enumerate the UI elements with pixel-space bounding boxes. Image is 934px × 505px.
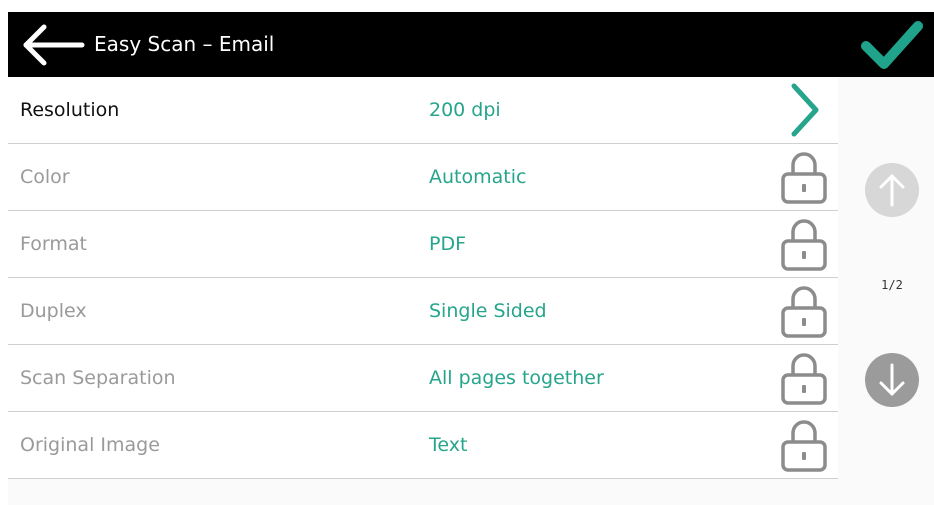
setting-row-scan-separation: Scan Separation All pages together	[8, 345, 838, 412]
setting-value: Automatic	[429, 166, 527, 188]
setting-row-format: Format PDF	[8, 211, 838, 278]
lock-icon	[781, 353, 827, 405]
setting-label: Duplex	[20, 300, 87, 322]
lock-icon	[781, 219, 827, 271]
scroll-up-button[interactable]	[865, 163, 919, 217]
page-title: Easy Scan – Email	[94, 32, 275, 56]
setting-label: Scan Separation	[20, 367, 176, 389]
setting-label: Resolution	[20, 99, 120, 121]
lock-icon	[781, 420, 827, 472]
setting-label: Color	[20, 166, 70, 188]
setting-row-duplex: Duplex Single Sided	[8, 278, 838, 345]
confirm-button[interactable]	[860, 18, 924, 72]
lock-icon	[781, 286, 827, 338]
header-bar: Easy Scan – Email	[8, 12, 934, 77]
arrow-left-icon	[23, 24, 85, 66]
setting-value: Single Sided	[429, 300, 547, 322]
setting-value: Text	[429, 434, 468, 456]
page-indicator: 1/2	[881, 278, 903, 292]
arrow-up-icon	[879, 174, 905, 207]
settings-list: Resolution 200 dpi Color Automatic Forma…	[8, 77, 838, 479]
setting-row-original-image: Original Image Text	[8, 412, 838, 479]
setting-row-resolution[interactable]: Resolution 200 dpi	[8, 77, 838, 144]
setting-value: All pages together	[429, 367, 604, 389]
setting-row-color: Color Automatic	[8, 144, 838, 211]
setting-value: 200 dpi	[429, 99, 501, 121]
scroll-down-button[interactable]	[865, 353, 919, 407]
lock-icon	[781, 152, 827, 204]
setting-value: PDF	[429, 233, 467, 255]
checkmark-icon	[861, 21, 923, 69]
chevron-right-icon[interactable]	[786, 82, 822, 138]
scan-settings-screen: Easy Scan – Email Resolution 200 dpi Col…	[8, 12, 934, 505]
setting-label: Format	[20, 233, 87, 255]
arrow-down-icon	[879, 363, 905, 396]
setting-label: Original Image	[20, 434, 160, 456]
back-button[interactable]	[18, 20, 88, 70]
